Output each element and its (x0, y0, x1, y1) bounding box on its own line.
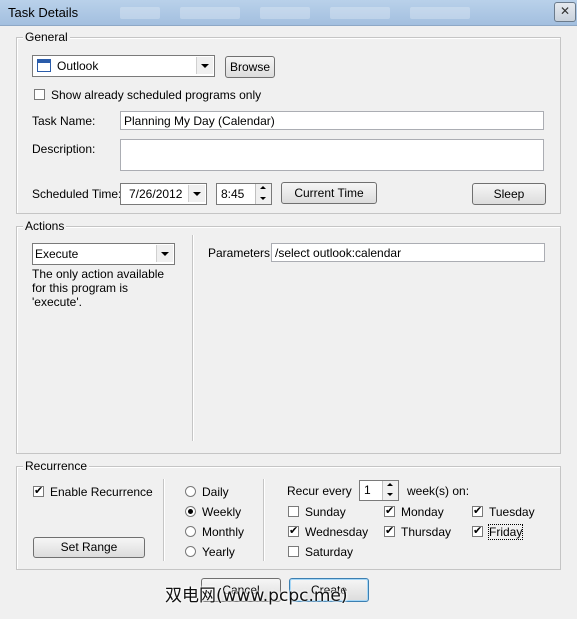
enable-recurrence-checkbox[interactable] (33, 484, 44, 497)
general-legend: General (23, 30, 70, 44)
spin-up-icon[interactable] (383, 481, 398, 490)
radio-weekly[interactable] (185, 506, 196, 517)
radio-monthly[interactable] (185, 526, 196, 537)
tuesday-checkbox[interactable] (472, 504, 483, 517)
sunday-label: Sunday (305, 505, 346, 519)
weeks-on-label: week(s) on: (407, 484, 470, 498)
current-time-button[interactable]: Current Time (281, 182, 377, 204)
description-label: Description: (32, 142, 96, 156)
radio-daily-label: Daily (202, 485, 229, 499)
friday-label: Friday (487, 524, 524, 540)
date-value: 7/26/2012 (129, 187, 183, 201)
tuesday-label: Tuesday (489, 505, 535, 519)
recurrence-legend: Recurrence (23, 459, 90, 473)
parameters-input[interactable]: /select outlook:calendar (271, 243, 545, 262)
date-picker[interactable]: 7/26/2012 (120, 183, 207, 205)
spin-up-icon[interactable] (256, 184, 271, 193)
radio-monthly-label: Monthly (202, 525, 245, 539)
background-tab-ghost (410, 7, 470, 19)
background-tab-ghost (260, 7, 310, 19)
action-select[interactable]: Execute (32, 243, 175, 265)
chevron-down-icon[interactable] (156, 245, 173, 262)
background-tab-ghost (120, 7, 160, 19)
watermark-text: 双电网(www.pcpc.me) (165, 586, 348, 606)
program-icon (37, 59, 51, 72)
general-group: General Outlook Browse Show already sche… (16, 30, 561, 214)
program-select-value: Outlook (57, 59, 99, 73)
action-note: The only action available for this progr… (32, 267, 165, 309)
close-icon: ✕ (559, 4, 571, 18)
radio-daily[interactable] (185, 486, 196, 497)
wednesday-label: Wednesday (305, 525, 369, 539)
browse-button[interactable]: Browse (225, 56, 275, 78)
time-value: 8:45 (221, 187, 245, 201)
chevron-down-icon[interactable] (188, 185, 205, 202)
task-details-window: Task Details ✕ General Outlook Browse Sh… (0, 0, 577, 619)
show-scheduled-checkbox[interactable] (34, 89, 45, 100)
spin-down-icon[interactable] (256, 194, 271, 203)
chevron-down-icon[interactable] (196, 57, 213, 74)
thursday-checkbox[interactable] (384, 524, 395, 537)
saturday-label: Saturday (305, 545, 354, 559)
wednesday-checkbox[interactable] (288, 524, 299, 537)
show-scheduled-label: Show already scheduled programs only (51, 88, 262, 102)
radio-weekly-label: Weekly (202, 505, 242, 519)
time-spin-buttons[interactable] (255, 184, 271, 204)
thursday-label: Thursday (401, 525, 452, 539)
spin-down-icon[interactable] (383, 490, 398, 499)
background-tab-ghost (180, 7, 240, 19)
set-range-button[interactable]: Set Range (33, 537, 145, 558)
actions-group: Actions Execute The only action availabl… (16, 219, 561, 454)
program-select[interactable]: Outlook (32, 55, 215, 77)
radio-yearly-label: Yearly (202, 545, 235, 559)
action-select-value: Execute (35, 247, 79, 261)
friday-checkbox[interactable] (472, 524, 483, 537)
saturday-checkbox[interactable] (288, 546, 299, 557)
scheduled-time-label: Scheduled Time: (32, 187, 122, 201)
window-title: Task Details (8, 5, 79, 20)
monday-checkbox[interactable] (384, 504, 395, 517)
sleep-button[interactable]: Sleep (472, 183, 546, 205)
sunday-checkbox[interactable] (288, 506, 299, 517)
actions-legend: Actions (23, 219, 67, 233)
background-tab-ghost (330, 7, 390, 19)
recurrence-group: Recurrence Enable Recurrence Set Range D… (16, 459, 561, 570)
parameters-label: Parameters: (208, 246, 274, 260)
close-button[interactable]: ✕ (554, 2, 576, 22)
recurrence-divider-2 (263, 479, 265, 561)
task-name-input[interactable]: Planning My Day (Calendar) (120, 111, 544, 130)
monday-label: Monday (401, 505, 444, 519)
recur-every-label: Recur every (287, 484, 352, 498)
dialog-content: General Outlook Browse Show already sche… (0, 26, 577, 619)
task-name-label: Task Name: (32, 114, 96, 128)
actions-divider (192, 235, 194, 441)
title-bar[interactable]: Task Details ✕ (0, 0, 577, 26)
enable-recurrence-label: Enable Recurrence (50, 485, 153, 499)
recur-every-value: 1 (364, 483, 371, 497)
recurrence-divider-1 (163, 479, 165, 561)
radio-yearly[interactable] (185, 546, 196, 557)
recur-every-spinner[interactable]: 1 (359, 480, 399, 501)
recur-spin-buttons[interactable] (382, 481, 398, 500)
time-spinner[interactable]: 8:45 (216, 183, 272, 205)
description-input[interactable] (120, 139, 544, 171)
